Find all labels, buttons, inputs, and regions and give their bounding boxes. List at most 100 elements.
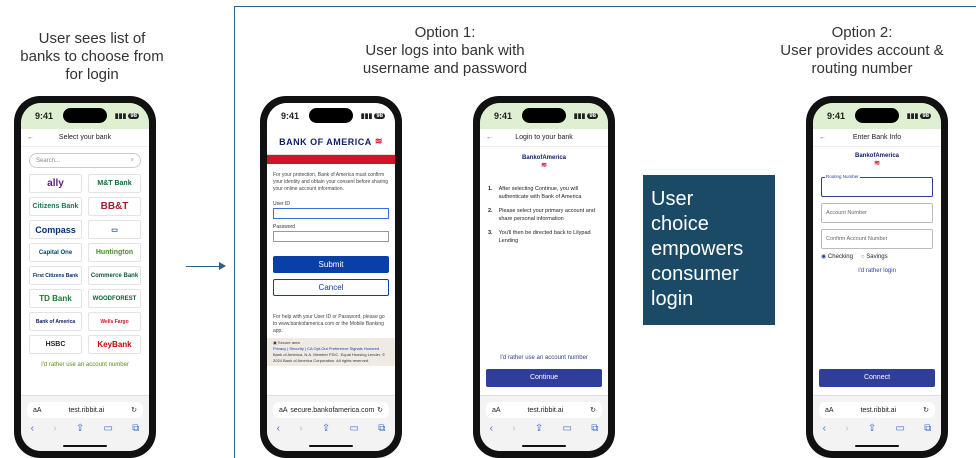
account-number-field[interactable]: Account Number [821, 203, 933, 223]
forward-icon[interactable]: › [512, 423, 515, 434]
bank-tile-bbt[interactable]: BB&T [88, 197, 141, 216]
bank-tile-hsbc[interactable]: HSBC [29, 335, 82, 354]
password-input[interactable] [273, 231, 389, 242]
phone-boa-login: 9:41 ▮▮▮ 98 BANK OF AMERICA ≋ For your pro… [260, 96, 402, 458]
back-icon[interactable]: ‹ [490, 423, 493, 434]
nav-bar: ← Enter Bank Info [813, 129, 941, 147]
bookmarks-icon[interactable]: ▭ [563, 423, 572, 434]
account-number-link[interactable]: I'd rather use an account number [480, 355, 608, 361]
bookmarks-icon[interactable]: ▭ [350, 423, 359, 434]
url-text: test.ribbit.ai [860, 406, 897, 414]
bank-tile-td[interactable]: TD Bank [29, 289, 82, 308]
bank-tile-commerce[interactable]: Commerce Bank [88, 266, 141, 285]
bookmarks-icon[interactable]: ▭ [104, 423, 113, 434]
account-type-group: ◉ Checking ○ Savings [813, 253, 941, 261]
bank-tile-ally[interactable]: ally [29, 174, 82, 193]
bank-tile-first-citizens[interactable]: First Citizens Bank [29, 266, 82, 285]
bank-tile-boa[interactable]: Bank of America [29, 312, 82, 331]
text-size-icon[interactable]: aA [825, 407, 834, 414]
text-size-icon[interactable]: aA [279, 407, 288, 414]
status-time: 9:41 [494, 111, 513, 121]
bank-search-input[interactable]: Search... ⌕ [29, 153, 141, 168]
callout-line: User [651, 188, 694, 210]
bank-tile-citizens[interactable]: Citizens Bank [29, 197, 82, 216]
reload-icon[interactable]: ↻ [131, 406, 137, 414]
step-item: 1. After selecting Continue, you will aut… [488, 185, 600, 201]
step-item: 2. Please select your primary account and… [488, 207, 600, 223]
url-bar[interactable]: aA test.ribbit.ai ↻ [27, 402, 143, 418]
bank-tile-keybank[interactable]: KeyBank [88, 335, 141, 354]
browser-toolbar: ‹ › ⇪ ▭ ⧉ [813, 423, 941, 434]
share-icon[interactable]: ⇪ [868, 423, 876, 434]
tabs-icon[interactable]: ⧉ [132, 423, 139, 434]
bank-tile-woodforest[interactable]: WOODFOREST [88, 289, 141, 308]
share-icon[interactable]: ⇪ [322, 423, 330, 434]
tabs-icon[interactable]: ⧉ [924, 423, 931, 434]
signal-icons: ▮▮▮ 98 [574, 112, 598, 120]
forward-icon[interactable]: › [53, 423, 56, 434]
battery-icon: 98 [920, 113, 931, 119]
share-icon[interactable]: ⇪ [76, 423, 84, 434]
text-size-icon[interactable]: aA [33, 407, 42, 414]
search-placeholder: Search... [36, 157, 61, 164]
phone-login-intro: 9:41 ▮▮▮ 98 ← Login to your bank BankofAm… [473, 96, 615, 458]
userid-input[interactable] [273, 208, 389, 219]
text-size-icon[interactable]: aA [492, 407, 501, 414]
bank-grid: ally M&T Bank Citizens Bank BB&T Compass… [21, 174, 149, 354]
back-icon[interactable]: ‹ [31, 423, 34, 434]
confirm-account-field[interactable]: Confirm Account Number [821, 229, 933, 249]
forward-icon[interactable]: › [845, 423, 848, 434]
home-indicator [522, 445, 566, 447]
bank-tile-wells[interactable]: Wells Fargo [88, 312, 141, 331]
forward-icon[interactable]: › [299, 423, 302, 434]
browser-bar: aA secure.bankofamerica.com ↻ ‹ › ⇪ ▭ ⧉ [267, 395, 395, 451]
continue-button[interactable]: Continue [486, 369, 602, 387]
url-bar[interactable]: aA test.ribbit.ai ↻ [819, 402, 935, 418]
footer: ▣ Secure area Privacy | Security | CA Op… [267, 338, 395, 366]
routing-number-field[interactable]: Routing Number [821, 174, 933, 197]
back-arrow-icon[interactable]: ← [27, 134, 39, 141]
bank-tile-compass[interactable]: Compass [29, 220, 82, 239]
back-arrow-icon[interactable]: ← [819, 134, 831, 141]
battery-icon: 98 [587, 113, 598, 119]
flag-icon: ≋ [541, 162, 547, 169]
callout-line: choice [651, 213, 709, 235]
bank-tile-huntington[interactable]: Huntington [88, 243, 141, 262]
boa-logo: BankofAmerica ≋ [813, 153, 941, 167]
help-text: For help with your User ID or Password, … [273, 314, 385, 334]
status-bar: 9:41 ▮▮▮ 98 [21, 103, 149, 129]
account-number-link[interactable]: I'd rather use an account number [21, 362, 149, 368]
checking-radio[interactable]: ◉ Checking [821, 253, 853, 260]
back-icon[interactable]: ‹ [277, 423, 280, 434]
radio-empty-icon: ○ [860, 253, 865, 260]
dynamic-island [63, 108, 107, 123]
url-bar[interactable]: aA test.ribbit.ai ↻ [486, 402, 602, 418]
page-title: Login to your bank [515, 134, 573, 141]
phone-screen: 9:41 ▮▮▮ 98 ← Select your bank Search... … [21, 103, 149, 451]
callout-line: login [651, 288, 694, 310]
bank-tile-fifth-third[interactable]: ▭ [88, 220, 141, 239]
page-title: Enter Bank Info [852, 134, 902, 141]
back-icon[interactable]: ‹ [823, 423, 826, 434]
phone-bank-info: 9:41 ▮▮▮ 98 ← Enter Bank Info BankofAmeri… [806, 96, 948, 458]
connect-button[interactable]: Connect [819, 369, 935, 387]
savings-radio[interactable]: ○ Savings [861, 254, 888, 260]
reload-icon[interactable]: ↻ [923, 406, 929, 414]
tabs-icon[interactable]: ⧉ [591, 423, 598, 434]
cancel-button[interactable]: Cancel [273, 279, 389, 296]
browser-bar: aA test.ribbit.ai ↻ ‹ › ⇪ ▭ ⧉ [813, 395, 941, 451]
url-bar[interactable]: aA secure.bankofamerica.com ↻ [273, 402, 389, 418]
savings-label: Savings [866, 253, 888, 260]
reload-icon[interactable]: ↻ [377, 406, 383, 414]
share-icon[interactable]: ⇪ [535, 423, 543, 434]
bank-tile-mt[interactable]: M&T Bank [88, 174, 141, 193]
submit-button[interactable]: Submit [273, 256, 389, 273]
rather-login-link[interactable]: I'd rather login [813, 268, 941, 274]
reload-icon[interactable]: ↻ [590, 406, 596, 414]
dynamic-island [855, 108, 899, 123]
bookmarks-icon[interactable]: ▭ [896, 423, 905, 434]
dynamic-island [522, 108, 566, 123]
tabs-icon[interactable]: ⧉ [378, 423, 385, 434]
back-arrow-icon[interactable]: ← [486, 134, 498, 141]
bank-tile-capital-one[interactable]: Capital One [29, 243, 82, 262]
